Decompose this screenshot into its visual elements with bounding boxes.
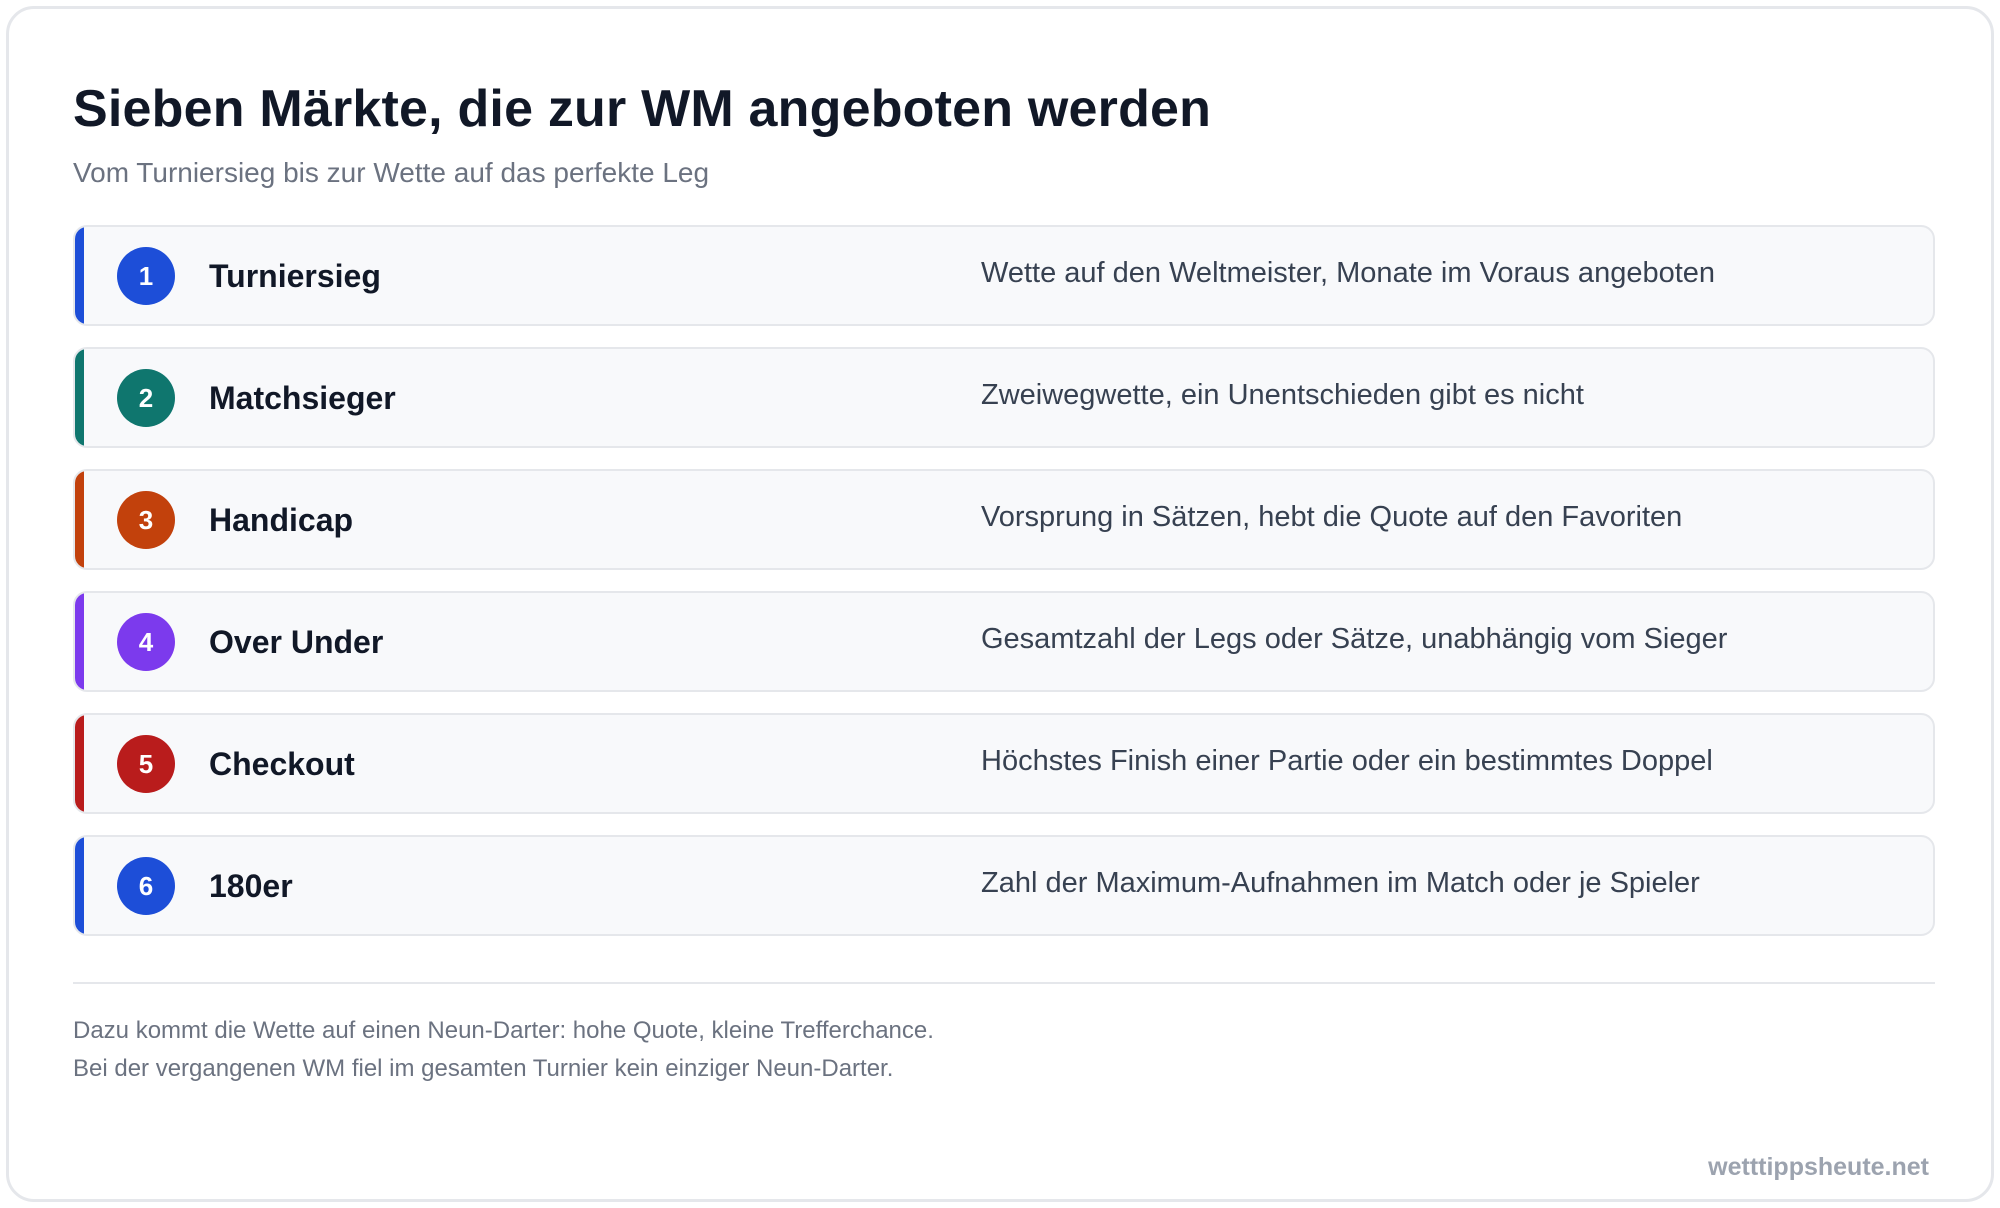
market-row-3: 3 Handicap Vorsprung in Sätzen, hebt die… xyxy=(73,469,1935,570)
market-row-4: 4 Over Under Gesamtzahl der Legs oder Sä… xyxy=(73,591,1935,692)
market-description: Gesamtzahl der Legs oder Sätze, unabhäng… xyxy=(981,623,1728,655)
number-badge: 5 xyxy=(117,735,175,793)
market-name: Handicap xyxy=(209,502,354,538)
accent-bar xyxy=(75,227,84,324)
market-row-1: 1 Turniersieg Wette auf den Weltmeister,… xyxy=(73,225,1935,326)
market-name: Over Under xyxy=(209,624,384,660)
market-row-2: 2 Matchsieger Zweiwegwette, ein Unentsch… xyxy=(73,347,1935,448)
infographic-card: Sieben Märkte, die zur WM angeboten werd… xyxy=(6,6,1994,1202)
market-description: Zweiwegwette, ein Unentschieden gibt es … xyxy=(981,379,1584,411)
accent-bar xyxy=(75,593,84,690)
accent-bar xyxy=(75,715,84,812)
market-list: 1 Turniersieg Wette auf den Weltmeister,… xyxy=(73,225,1935,957)
number-badge: 4 xyxy=(117,613,175,671)
market-row-5: 5 Checkout Höchstes Finish einer Partie … xyxy=(73,713,1935,814)
market-row-6: 6 180er Zahl der Maximum-Aufnahmen im Ma… xyxy=(73,835,1935,936)
market-description: Vorsprung in Sätzen, hebt die Quote auf … xyxy=(981,501,1683,533)
page-title: Sieben Märkte, die zur WM angeboten werd… xyxy=(73,80,1212,138)
market-description: Wette auf den Weltmeister, Monate im Vor… xyxy=(981,257,1716,289)
number-badge: 6 xyxy=(117,857,175,915)
brand-label: wetttippsheute.net xyxy=(1708,1153,1929,1181)
accent-bar xyxy=(75,471,84,568)
number-badge: 1 xyxy=(117,247,175,305)
number-badge: 3 xyxy=(117,491,175,549)
market-name: Checkout xyxy=(209,746,355,782)
page-subtitle: Vom Turniersieg bis zur Wette auf das pe… xyxy=(73,157,710,188)
market-description: Zahl der Maximum-Aufnahmen im Match oder… xyxy=(981,867,1700,899)
footer-divider xyxy=(73,982,1935,984)
footer-note-line-2: Bei der vergangenen WM fiel im gesamten … xyxy=(73,1055,894,1082)
footer-note-line-1: Dazu kommt die Wette auf einen Neun-Dart… xyxy=(73,1017,934,1044)
accent-bar xyxy=(75,837,84,934)
market-description: Höchstes Finish einer Partie oder ein be… xyxy=(981,745,1713,777)
market-name: Matchsieger xyxy=(209,380,396,416)
market-name: 180er xyxy=(209,868,293,904)
market-name: Turniersieg xyxy=(209,258,381,294)
accent-bar xyxy=(75,349,84,446)
number-badge: 2 xyxy=(117,369,175,427)
